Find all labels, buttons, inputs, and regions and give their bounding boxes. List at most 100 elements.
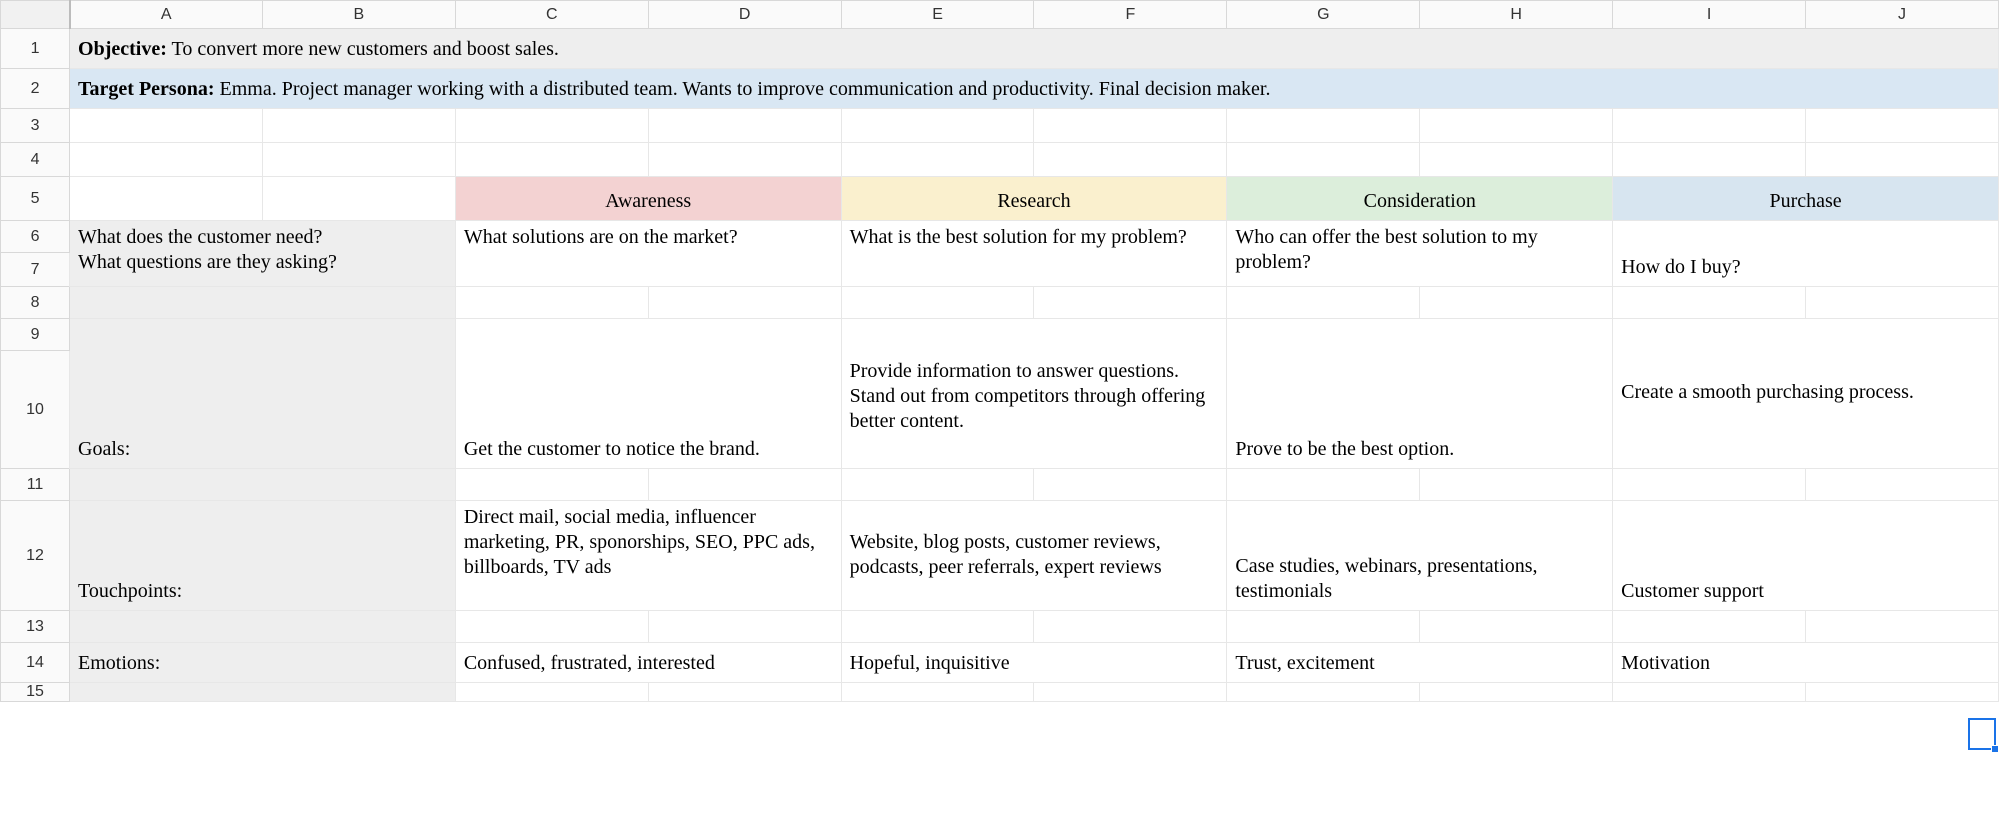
cell-E8[interactable]: [841, 287, 1034, 319]
row-15[interactable]: 15: [1, 683, 1999, 702]
stage-header-consideration[interactable]: Consideration: [1227, 177, 1613, 221]
cell-G15[interactable]: [1227, 683, 1420, 702]
row-header-3[interactable]: 3: [1, 109, 70, 143]
cell-C3[interactable]: [455, 109, 648, 143]
cell-persona[interactable]: Target Persona: Emma. Project manager wo…: [70, 69, 1999, 109]
column-header-row[interactable]: A B C D E F G H I J: [1, 1, 1999, 29]
cell-D13[interactable]: [648, 611, 841, 643]
cell-F8[interactable]: [1034, 287, 1227, 319]
cell-C13[interactable]: [455, 611, 648, 643]
touchpoints-research[interactable]: Website, blog posts, customer reviews, p…: [841, 501, 1227, 611]
cell-D3[interactable]: [648, 109, 841, 143]
cell-E15[interactable]: [841, 683, 1034, 702]
col-header-E[interactable]: E: [841, 1, 1034, 29]
cell-B5[interactable]: [262, 177, 455, 221]
cell-A8[interactable]: [70, 287, 456, 319]
cell-H3[interactable]: [1420, 109, 1613, 143]
row-13[interactable]: 13: [1, 611, 1999, 643]
goals-awareness[interactable]: Get the customer to notice the brand.: [455, 319, 841, 469]
row-header-14[interactable]: 14: [1, 643, 70, 683]
row-11[interactable]: 11: [1, 469, 1999, 501]
col-header-H[interactable]: H: [1420, 1, 1613, 29]
row-header-8[interactable]: 8: [1, 287, 70, 319]
cell-A5[interactable]: [70, 177, 263, 221]
row-header-12[interactable]: 12: [1, 501, 70, 611]
row-14[interactable]: 14 Emotions: Confused, frustrated, inter…: [1, 643, 1999, 683]
row-6[interactable]: 6 What does the customer need? What ques…: [1, 221, 1999, 253]
cell-G13[interactable]: [1227, 611, 1420, 643]
row-8[interactable]: 8: [1, 287, 1999, 319]
emotions-label-cell[interactable]: Emotions:: [70, 643, 456, 683]
cell-H11[interactable]: [1420, 469, 1613, 501]
col-header-A[interactable]: A: [70, 1, 263, 29]
col-header-G[interactable]: G: [1227, 1, 1420, 29]
cell-H13[interactable]: [1420, 611, 1613, 643]
emotions-consideration[interactable]: Trust, excitement: [1227, 643, 1613, 683]
row-header-5[interactable]: 5: [1, 177, 70, 221]
col-header-J[interactable]: J: [1806, 1, 1999, 29]
col-header-F[interactable]: F: [1034, 1, 1227, 29]
row-2[interactable]: 2 Target Persona: Emma. Project manager …: [1, 69, 1999, 109]
touchpoints-purchase[interactable]: Customer support: [1613, 501, 1999, 611]
question-purchase[interactable]: How do I buy?: [1613, 221, 1999, 287]
cell-C8[interactable]: [455, 287, 648, 319]
touchpoints-awareness[interactable]: Direct mail, social media, influencer ma…: [455, 501, 841, 611]
row-header-9[interactable]: 9: [1, 319, 70, 351]
cell-J13[interactable]: [1806, 611, 1999, 643]
cell-C4[interactable]: [455, 143, 648, 177]
col-header-B[interactable]: B: [262, 1, 455, 29]
cell-J15[interactable]: [1806, 683, 1999, 702]
cell-G8[interactable]: [1227, 287, 1420, 319]
row-9[interactable]: 9 Goals: Get the customer to notice the …: [1, 319, 1999, 351]
cell-A15[interactable]: [70, 683, 456, 702]
cell-F13[interactable]: [1034, 611, 1227, 643]
cell-A4[interactable]: [70, 143, 263, 177]
row-4[interactable]: 4: [1, 143, 1999, 177]
cell-E3[interactable]: [841, 109, 1034, 143]
col-header-I[interactable]: I: [1613, 1, 1806, 29]
row-header-10[interactable]: 10: [1, 351, 70, 469]
cell-I8[interactable]: [1613, 287, 1806, 319]
stage-header-awareness[interactable]: Awareness: [455, 177, 841, 221]
goals-label-cell[interactable]: Goals:: [70, 319, 456, 469]
emotions-awareness[interactable]: Confused, frustrated, interested: [455, 643, 841, 683]
cell-B4[interactable]: [262, 143, 455, 177]
cell-B3[interactable]: [262, 109, 455, 143]
cell-D11[interactable]: [648, 469, 841, 501]
cell-D8[interactable]: [648, 287, 841, 319]
cell-I15[interactable]: [1613, 683, 1806, 702]
fill-handle[interactable]: [1991, 745, 1999, 753]
row-5[interactable]: 5 Awareness Research Consideration Purch…: [1, 177, 1999, 221]
row-header-6[interactable]: 6: [1, 221, 70, 253]
row-header-11[interactable]: 11: [1, 469, 70, 501]
cell-D4[interactable]: [648, 143, 841, 177]
cell-J4[interactable]: [1806, 143, 1999, 177]
cell-E11[interactable]: [841, 469, 1034, 501]
stage-header-research[interactable]: Research: [841, 177, 1227, 221]
cell-J3[interactable]: [1806, 109, 1999, 143]
cell-E4[interactable]: [841, 143, 1034, 177]
stage-header-purchase[interactable]: Purchase: [1613, 177, 1999, 221]
row-header-7[interactable]: 7: [1, 253, 70, 287]
select-all-corner[interactable]: [1, 1, 70, 29]
row-header-1[interactable]: 1: [1, 29, 70, 69]
goals-purchase[interactable]: Create a smooth purchasing process.: [1613, 319, 1999, 469]
cell-A3[interactable]: [70, 109, 263, 143]
row-3[interactable]: 3: [1, 109, 1999, 143]
cell-F15[interactable]: [1034, 683, 1227, 702]
cell-A13[interactable]: [70, 611, 456, 643]
emotions-research[interactable]: Hopeful, inquisitive: [841, 643, 1227, 683]
cell-D15[interactable]: [648, 683, 841, 702]
cell-J11[interactable]: [1806, 469, 1999, 501]
cell-G11[interactable]: [1227, 469, 1420, 501]
cell-F4[interactable]: [1034, 143, 1227, 177]
row-12[interactable]: 12 Touchpoints: Direct mail, social medi…: [1, 501, 1999, 611]
question-awareness[interactable]: What solutions are on the market?: [455, 221, 841, 287]
cell-C11[interactable]: [455, 469, 648, 501]
cell-I4[interactable]: [1613, 143, 1806, 177]
cell-objective[interactable]: Objective: To convert more new customers…: [70, 29, 1999, 69]
cell-G4[interactable]: [1227, 143, 1420, 177]
cell-H4[interactable]: [1420, 143, 1613, 177]
col-header-C[interactable]: C: [455, 1, 648, 29]
row-1[interactable]: 1 Objective: To convert more new custome…: [1, 29, 1999, 69]
